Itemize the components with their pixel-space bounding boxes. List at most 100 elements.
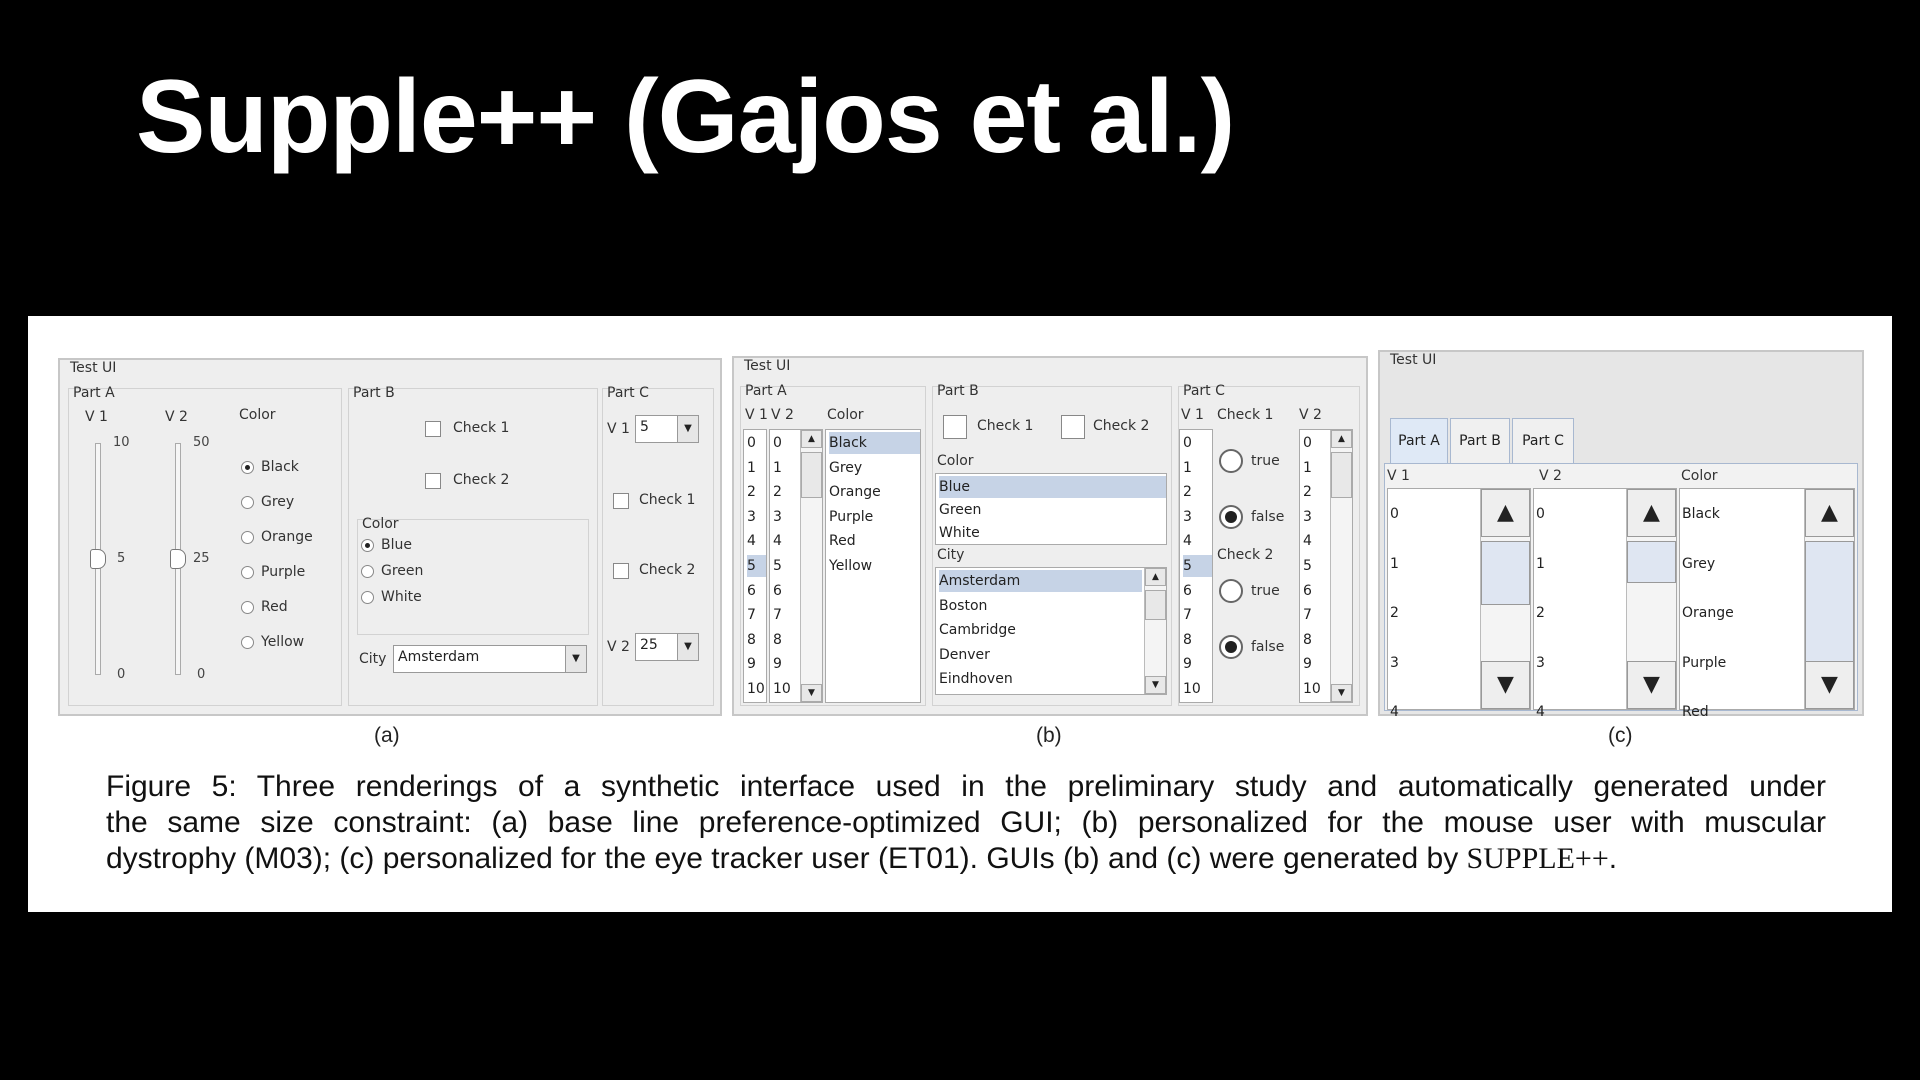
list-item[interactable]: 7 (1183, 604, 1212, 626)
scrollbar[interactable]: ▲ ▼ (1626, 489, 1676, 709)
color-b-radio-green[interactable] (361, 565, 374, 578)
color-radio-yellow[interactable] (241, 636, 254, 649)
list-item[interactable]: 0 (1183, 432, 1212, 454)
scrollbar[interactable]: ▲ ▼ (800, 430, 822, 702)
list-item[interactable]: Denver (939, 644, 1142, 666)
scroll-thumb[interactable] (1627, 541, 1676, 583)
list-item[interactable]: Eindhoven (939, 668, 1142, 690)
list-item[interactable]: 1 (1183, 457, 1212, 479)
list-item[interactable]: 3 (1536, 652, 1545, 674)
check2-false-radio[interactable] (1219, 635, 1243, 659)
list-item[interactable]: Grey (829, 457, 920, 479)
tab-part-b[interactable]: Part B (1450, 418, 1510, 464)
check1-true-radio[interactable] (1219, 449, 1243, 473)
scroll-thumb[interactable] (1331, 452, 1352, 498)
list-item[interactable]: 10 (1303, 678, 1328, 700)
list-item[interactable]: Yellow (829, 555, 920, 577)
scroll-down-icon[interactable]: ▼ (1627, 661, 1676, 709)
tab-part-c[interactable]: Part C (1512, 418, 1574, 464)
list-item[interactable]: 6 (773, 580, 798, 602)
scroll-up-icon[interactable]: ▲ (1627, 489, 1676, 537)
list-item[interactable]: 7 (773, 604, 798, 626)
color-radio-grey[interactable] (241, 496, 254, 509)
list-item[interactable]: 3 (1390, 652, 1399, 674)
list-item[interactable]: 1 (1303, 457, 1328, 479)
list-item[interactable]: 2 (773, 481, 798, 503)
check1-checkbox[interactable] (943, 415, 967, 439)
list-item[interactable]: 0 (773, 432, 798, 454)
scroll-down-icon[interactable]: ▼ (1331, 684, 1352, 702)
list-item[interactable]: Red (1682, 701, 1709, 723)
list-item[interactable]: 9 (1183, 653, 1212, 675)
chevron-down-icon[interactable]: ▼ (677, 415, 699, 443)
list-item[interactable]: 0 (1536, 503, 1545, 525)
color-list[interactable]: Black Grey Orange Purple Red Yellow (825, 429, 921, 703)
list-item[interactable]: Green (939, 499, 1166, 521)
scrollbar[interactable]: ▲ ▼ (1804, 489, 1854, 709)
list-item[interactable]: White (939, 522, 1166, 544)
list-item[interactable]: 7 (1303, 604, 1328, 626)
v2c-list[interactable]: ▲ ▼ 0 1 2 3 4 5 6 7 8 9 10 (1299, 429, 1353, 703)
list-item[interactable]: 3 (1303, 506, 1328, 528)
color-b-radio-blue[interactable] (361, 539, 374, 552)
color-radio-purple[interactable] (241, 566, 254, 579)
list-item[interactable]: 10 (773, 678, 798, 700)
list-item[interactable]: 1 (773, 457, 798, 479)
v1-slider-thumb[interactable] (90, 549, 106, 569)
color-b-list[interactable]: Blue Green White (935, 473, 1167, 545)
color-radio-black[interactable] (241, 461, 254, 474)
list-item[interactable]: Blue (939, 476, 1166, 498)
v2-slider-thumb[interactable] (170, 549, 186, 569)
tab-part-a[interactable]: Part A (1390, 418, 1448, 464)
list-item[interactable]: 5 (773, 555, 798, 577)
check2-true-radio[interactable] (1219, 579, 1243, 603)
check2-checkbox[interactable] (425, 473, 441, 489)
color-radio-orange[interactable] (241, 531, 254, 544)
list-item[interactable]: Cambridge (939, 619, 1142, 641)
list-item[interactable]: 5 (1183, 555, 1212, 577)
list-item[interactable]: 2 (1390, 602, 1399, 624)
list-item[interactable]: 2 (1303, 481, 1328, 503)
list-item[interactable]: 8 (747, 629, 766, 651)
list-item[interactable]: Black (1682, 503, 1720, 525)
list-item[interactable]: 1 (1390, 553, 1399, 575)
list-item[interactable]: 1 (1536, 553, 1545, 575)
list-item[interactable]: Purple (1682, 652, 1726, 674)
list-item[interactable]: 4 (1303, 530, 1328, 552)
color-b-radio-white[interactable] (361, 591, 374, 604)
list-item[interactable]: 0 (1390, 503, 1399, 525)
scroll-up-icon[interactable]: ▲ (1145, 568, 1166, 586)
list-item[interactable]: 2 (1183, 481, 1212, 503)
check1-checkbox[interactable] (425, 421, 441, 437)
scrollbar[interactable]: ▲ ▼ (1480, 489, 1530, 709)
city-list[interactable]: ▲ ▼ Amsterdam Boston Cambridge Denver Eindho… (935, 567, 1167, 695)
check2-checkbox[interactable] (1061, 415, 1085, 439)
v1c-list[interactable]: 0 1 2 3 4 5 6 7 8 9 10 (1179, 429, 1213, 703)
list-item[interactable]: 3 (1183, 506, 1212, 528)
scroll-thumb[interactable] (1481, 541, 1530, 605)
check1-false-radio[interactable] (1219, 505, 1243, 529)
list-item[interactable]: 5 (747, 555, 766, 577)
v1-list[interactable]: 0 1 2 3 4 5 6 7 8 9 10 (743, 429, 767, 703)
list-item[interactable]: Amsterdam (939, 570, 1142, 592)
list-item[interactable]: 4 (1536, 701, 1545, 723)
list-item[interactable]: Black (829, 432, 920, 454)
list-item[interactable]: 6 (747, 580, 766, 602)
list-item[interactable]: 10 (747, 678, 766, 700)
scroll-down-icon[interactable]: ▼ (801, 684, 822, 702)
list-item[interactable]: 0 (1303, 432, 1328, 454)
list-item[interactable]: 3 (747, 506, 766, 528)
scroll-up-icon[interactable]: ▲ (1331, 430, 1352, 448)
v1-list[interactable]: ▲ ▼ 0 1 2 3 4 (1387, 488, 1531, 720)
city-combo[interactable]: Amsterdam ▼ (393, 645, 587, 673)
list-item[interactable]: 8 (1303, 629, 1328, 651)
list-item[interactable]: 9 (1303, 653, 1328, 675)
chevron-down-icon[interactable]: ▼ (677, 633, 699, 661)
list-item[interactable]: 7 (747, 604, 766, 626)
list-item[interactable]: 4 (773, 530, 798, 552)
scroll-thumb[interactable] (1145, 590, 1166, 620)
list-item[interactable]: 4 (1183, 530, 1212, 552)
scroll-thumb[interactable] (1805, 541, 1854, 663)
list-item[interactable]: 3 (773, 506, 798, 528)
scrollbar[interactable]: ▲ ▼ (1144, 568, 1166, 694)
